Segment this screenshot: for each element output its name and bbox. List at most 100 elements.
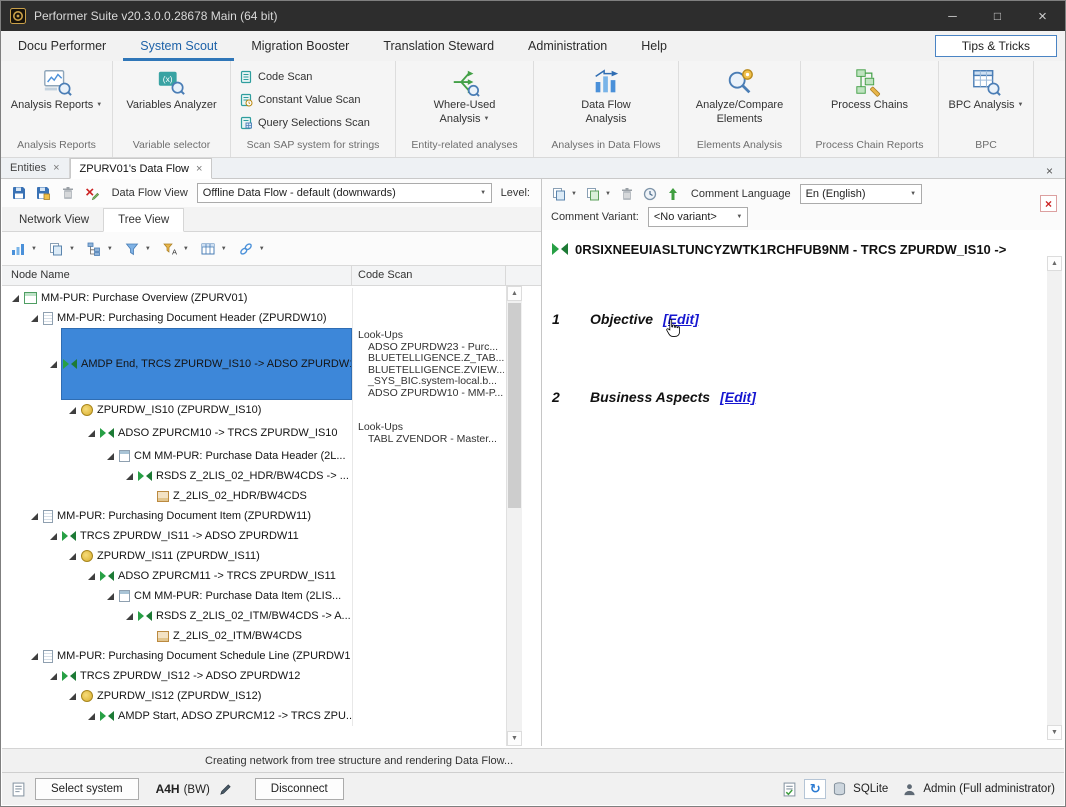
tree-node[interactable]: AMDP End, TRCS ZPURDW_IS10 -> ADSO ZPURD…: [61, 328, 352, 400]
menu-tab-docu-performer[interactable]: Docu Performer: [1, 31, 123, 61]
minimize-button[interactable]: ─: [930, 1, 975, 31]
expander-icon[interactable]: [31, 653, 38, 660]
process-chains-button[interactable]: Process Chains: [825, 64, 914, 116]
expander-icon[interactable]: [126, 473, 133, 480]
tree-node[interactable]: ZPURDW_IS12 (ZPURDW_IS12): [80, 690, 265, 702]
tree-node[interactable]: CM MM-PUR: Purchase Data Header (2L...: [118, 450, 350, 462]
constant-value-scan-button[interactable]: Constant Value Scan: [235, 88, 369, 111]
menu-tab-help[interactable]: Help: [624, 31, 684, 61]
tree-node[interactable]: Z_2LIS_02_HDR/BW4CDS: [156, 490, 311, 502]
tree-row[interactable]: MM-PUR: Purchasing Document Header (ZPUR…: [2, 308, 506, 328]
tree-node[interactable]: MM-PUR: Purchasing Document Item (ZPURDW…: [42, 510, 315, 523]
copy-image-button[interactable]: ▼: [49, 242, 75, 256]
close-comment-icon[interactable]: ×: [1040, 195, 1057, 212]
expander-icon[interactable]: [88, 573, 95, 580]
expander-icon[interactable]: [107, 453, 114, 460]
comment-language-select[interactable]: En (English) ▼: [800, 184, 922, 204]
tabbar-close-icon[interactable]: ×: [1034, 164, 1065, 178]
scroll-down-button[interactable]: ▼: [507, 731, 522, 746]
comment-variant-select[interactable]: <No variant> ▼: [648, 207, 748, 227]
column-chooser-button[interactable]: ▼: [201, 242, 227, 256]
tree-row[interactable]: MM-PUR: Purchasing Document Schedule Lin…: [2, 646, 506, 666]
user-label[interactable]: Admin (Full administrator): [923, 783, 1055, 795]
tree-row[interactable]: Z_2LIS_02_HDR/BW4CDS: [2, 486, 506, 506]
tree-node[interactable]: CM MM-PUR: Purchase Data Item (2LIS...: [118, 590, 345, 602]
chevron-down-icon[interactable]: ▼: [732, 208, 747, 226]
tree-row[interactable]: ADSO ZPURCM11 -> TRCS ZPURDW_IS11: [2, 566, 506, 586]
add-translation-button[interactable]: [664, 184, 682, 204]
expander-icon[interactable]: [88, 713, 95, 720]
tips-and-tricks-button[interactable]: Tips & Tricks: [935, 35, 1057, 57]
expander-icon[interactable]: [88, 430, 95, 437]
tree-row[interactable]: CM MM-PUR: Purchase Data Header (2L...: [2, 446, 506, 466]
tree-node[interactable]: ZPURDW_IS11 (ZPURDW_IS11): [80, 550, 264, 562]
expander-icon[interactable]: [50, 361, 57, 368]
expander-icon[interactable]: [107, 593, 114, 600]
tree-node[interactable]: ADSO ZPURCM11 -> TRCS ZPURDW_IS11: [99, 570, 340, 583]
copy-comment-button[interactable]: ▼: [550, 184, 579, 204]
tree-row[interactable]: MM-PUR: Purchase Overview (ZPURV01): [2, 288, 506, 308]
tree-node[interactable]: ADSO ZPURCM10 -> TRCS ZPURDW_IS10: [99, 427, 342, 440]
tree-node[interactable]: RSDS Z_2LIS_02_HDR/BW4CDS -> ...: [137, 470, 352, 483]
tree-node[interactable]: MM-PUR: Purchasing Document Header (ZPUR…: [42, 312, 331, 325]
expander-icon[interactable]: [69, 407, 76, 414]
tree-node[interactable]: TRCS ZPURDW_IS11 -> ADSO ZPURDW11: [61, 530, 303, 543]
tab-zpurv01-data-flow[interactable]: ZPURV01's Data Flow ×: [70, 158, 213, 179]
sort-filter-button[interactable]: A▼: [163, 242, 189, 256]
bpc-analysis-button[interactable]: BPC Analysis▼: [943, 64, 1030, 116]
tree-row[interactable]: ZPURDW_IS11 (ZPURDW_IS11): [2, 546, 506, 566]
tree-node[interactable]: ZPURDW_IS10 (ZPURDW_IS10): [80, 404, 265, 416]
tab-network-view[interactable]: Network View: [5, 208, 103, 231]
delete-comment-button[interactable]: [618, 184, 636, 204]
tab-close-icon[interactable]: ×: [196, 163, 202, 175]
expander-icon[interactable]: [69, 553, 76, 560]
save-button[interactable]: [9, 183, 29, 203]
edit-system-icon[interactable]: [219, 783, 232, 796]
delete-button[interactable]: [58, 183, 78, 203]
maximize-button[interactable]: □: [975, 1, 1020, 31]
scroll-up-button[interactable]: ▲: [507, 286, 522, 301]
column-header-code-scan[interactable]: Code Scan: [352, 266, 506, 285]
tree-node[interactable]: MM-PUR: Purchase Overview (ZPURV01): [23, 292, 251, 304]
tree-options-button[interactable]: ▼: [87, 242, 113, 256]
transfer-comment-button[interactable]: ▼: [584, 184, 613, 204]
variables-analyzer-button[interactable]: (x) Variables Analyzer: [120, 64, 222, 116]
scrollbar-track[interactable]: [1047, 271, 1062, 725]
scrollbar-track[interactable]: [507, 301, 522, 731]
comment-scrollbar[interactable]: ▲ ▼: [1047, 256, 1062, 740]
tree-row[interactable]: MM-PUR: Purchasing Document Item (ZPURDW…: [2, 506, 506, 526]
refresh-button[interactable]: ↻: [804, 779, 826, 799]
save-all-button[interactable]: [34, 183, 54, 203]
tree-row[interactable]: ADSO ZPURCM10 -> TRCS ZPURDW_IS10Look-Up…: [2, 420, 506, 446]
tree-node[interactable]: Z_2LIS_02_ITM/BW4CDS: [156, 630, 306, 642]
tree-row[interactable]: TRCS ZPURDW_IS11 -> ADSO ZPURDW11: [2, 526, 506, 546]
tree-row[interactable]: RSDS Z_2LIS_02_HDR/BW4CDS -> ...: [2, 466, 506, 486]
column-header-node-name[interactable]: Node Name: [2, 266, 352, 285]
close-button[interactable]: ×: [1020, 1, 1065, 31]
chevron-down-icon[interactable]: ▼: [906, 185, 921, 203]
tree-node[interactable]: RSDS Z_2LIS_02_ITM/BW4CDS -> A...: [137, 610, 352, 623]
tree-scrollbar[interactable]: ▲ ▼: [506, 286, 522, 746]
tree-row[interactable]: CM MM-PUR: Purchase Data Item (2LIS...: [2, 586, 506, 606]
filter-button[interactable]: ▼: [125, 242, 151, 256]
expander-icon[interactable]: [12, 295, 19, 302]
menu-tab-migration-booster[interactable]: Migration Booster: [234, 31, 366, 61]
query-selections-scan-button[interactable]: Query Selections Scan: [235, 111, 378, 134]
expander-icon[interactable]: [50, 673, 57, 680]
expander-icon[interactable]: [31, 315, 38, 322]
tree-row[interactable]: ZPURDW_IS12 (ZPURDW_IS12): [2, 686, 506, 706]
log-icon[interactable]: [782, 782, 797, 797]
expander-icon[interactable]: [69, 693, 76, 700]
analyze-compare-elements-button[interactable]: Analyze/Compare Elements: [688, 64, 792, 130]
tree-row[interactable]: RSDS Z_2LIS_02_ITM/BW4CDS -> A...: [2, 606, 506, 626]
edit-business-aspects-link[interactable]: [Edit]: [720, 389, 756, 405]
link-mode-button[interactable]: ▼: [239, 242, 265, 256]
menu-tab-translation-steward[interactable]: Translation Steward: [366, 31, 511, 61]
expander-icon[interactable]: [126, 613, 133, 620]
diagram-export-button[interactable]: ▼: [11, 242, 37, 256]
menu-tab-administration[interactable]: Administration: [511, 31, 624, 61]
database-label[interactable]: SQLite: [853, 783, 888, 795]
tree-row[interactable]: TRCS ZPURDW_IS12 -> ADSO ZPURDW12: [2, 666, 506, 686]
data-flow-view-select[interactable]: Offline Data Flow - default (downwards) …: [197, 183, 492, 203]
data-flow-analysis-button[interactable]: Data Flow Analysis: [554, 64, 658, 130]
